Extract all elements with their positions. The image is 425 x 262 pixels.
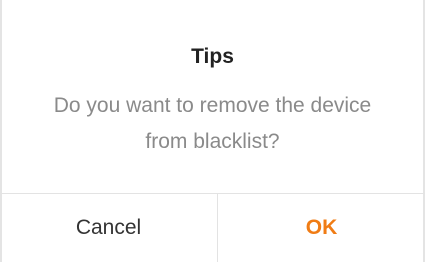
ok-button[interactable]: OK bbox=[218, 194, 425, 262]
dialog-title: Tips bbox=[191, 45, 234, 68]
cancel-button[interactable]: Cancel bbox=[0, 194, 217, 262]
confirm-dialog: Tips Do you want to remove the device fr… bbox=[0, 0, 425, 262]
dialog-message: Do you want to remove the device from bl… bbox=[53, 94, 372, 153]
